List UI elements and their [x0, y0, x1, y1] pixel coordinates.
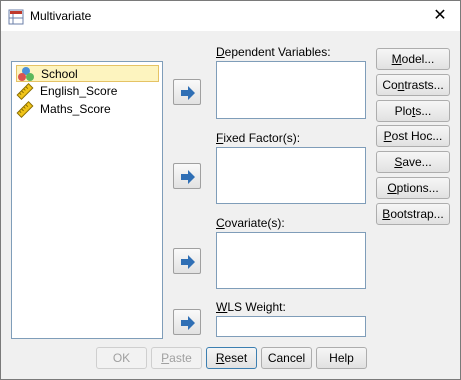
help-button[interactable]: Help [316, 347, 367, 369]
variable-label: Maths_Score [40, 102, 111, 116]
scale-ruler-icon [16, 101, 34, 118]
list-item[interactable]: Maths_Score [16, 101, 159, 118]
fixed-factors-field[interactable] [216, 147, 366, 204]
close-icon[interactable]: ✕ [420, 1, 460, 31]
move-to-fixed-factor-button[interactable] [173, 163, 201, 189]
multivariate-dialog: Multivariate ✕ School English_Score Math… [0, 0, 461, 380]
window-title: Multivariate [30, 9, 92, 23]
right-arrow-icon [181, 170, 195, 184]
post-hoc-button[interactable]: Post Hoc... [376, 125, 450, 147]
dependent-variables-label: Dependent Variables: [216, 45, 331, 59]
reset-button[interactable]: Reset [206, 347, 257, 369]
title-bar: Multivariate ✕ [1, 1, 460, 31]
model-button[interactable]: Model... [376, 48, 450, 70]
variable-label: English_Score [40, 84, 118, 98]
covariates-label: Covariate(s): [216, 216, 285, 230]
cancel-button[interactable]: Cancel [261, 347, 312, 369]
right-arrow-icon [181, 86, 195, 100]
move-to-dependent-button[interactable] [173, 79, 201, 105]
list-item[interactable]: English_Score [16, 83, 159, 100]
move-to-wls-weight-button[interactable] [173, 309, 201, 335]
fixed-factors-label: Fixed Factor(s): [216, 131, 301, 145]
dependent-variables-field[interactable] [216, 61, 366, 119]
bootstrap-button[interactable]: Bootstrap... [376, 203, 450, 225]
ok-button[interactable]: OK [96, 347, 147, 369]
app-icon [8, 9, 24, 25]
variable-list[interactable]: School English_Score Maths_Score [11, 61, 163, 339]
paste-button[interactable]: Paste [151, 347, 202, 369]
right-arrow-icon [181, 255, 195, 269]
variable-label: School [41, 67, 78, 81]
contrasts-button[interactable]: Contrasts... [376, 74, 450, 96]
right-arrow-icon [181, 316, 195, 330]
save-button[interactable]: Save... [376, 151, 450, 173]
nominal-icon [18, 67, 34, 81]
move-to-covariate-button[interactable] [173, 248, 201, 274]
list-item[interactable]: School [16, 65, 159, 82]
covariates-field[interactable] [216, 232, 366, 289]
plots-button[interactable]: Plots... [376, 100, 450, 122]
wls-weight-label: WLS Weight: [216, 300, 286, 314]
options-button[interactable]: Options... [376, 177, 450, 199]
wls-weight-field[interactable] [216, 316, 366, 337]
scale-ruler-icon [16, 83, 34, 100]
